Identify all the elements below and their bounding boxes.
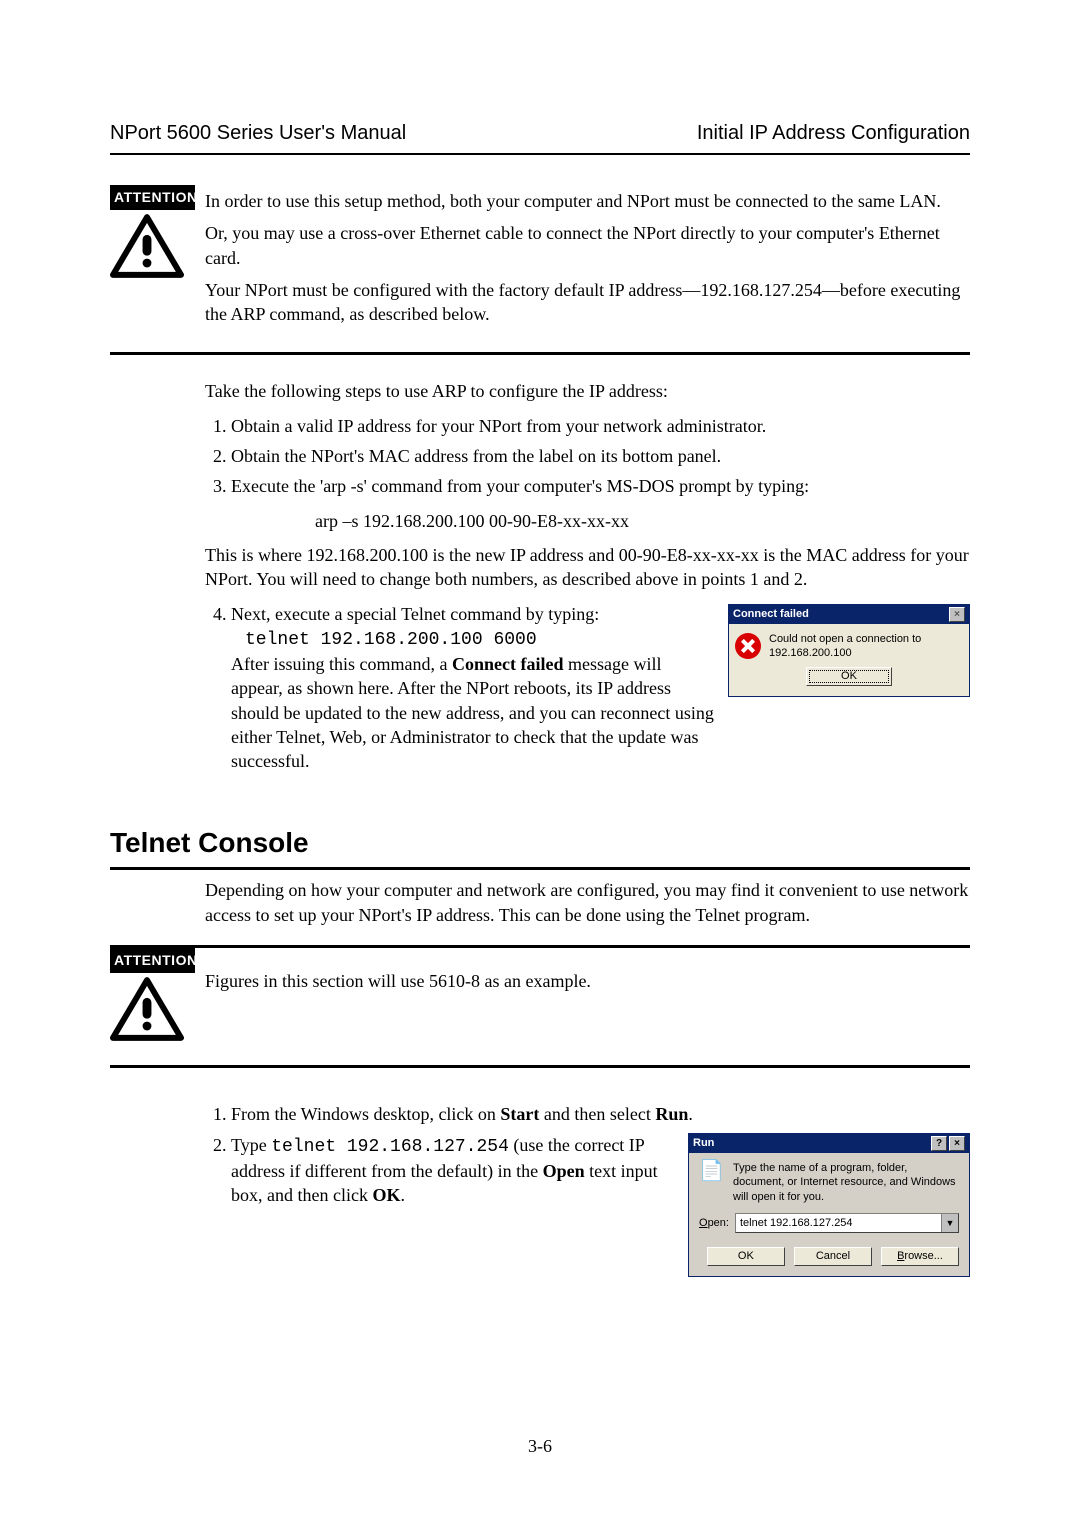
run-title: Run [693,1136,714,1151]
run-open-combo[interactable]: ▼ [735,1213,959,1233]
attention-icon-col: ATTENTION [110,185,195,284]
step4-lead: Next, execute a special Telnet command b… [231,604,599,624]
attention-icon-col-2: ATTENTION [110,948,195,1047]
attention-badge: ATTENTION [110,185,195,210]
t1start: Start [500,1104,539,1124]
attention-2-body: Figures in this section will use 5610-8 … [205,948,970,1018]
arp-intro: Take the following steps to use ARP to c… [205,379,970,403]
run-open-label: Open: [699,1216,735,1231]
connect-failed-dialog: Connect failed × Could not open a connec… [728,604,970,698]
step4-cmd: telnet 192.168.200.100 6000 [245,628,537,652]
attention-block-2: ATTENTION Figures in this section will u… [110,945,970,1068]
arp-step-3: Execute the 'arp -s' command from your c… [231,474,970,498]
att1-p2: Or, you may use a cross-over Ethernet ca… [205,221,970,270]
run-titlebar: Run ? × [689,1134,969,1153]
run-ok-button[interactable]: OK [707,1247,785,1266]
t2d: . [400,1185,405,1205]
connect-failed-titlebar: Connect failed × [729,605,969,624]
step4-after-a: After issuing this command, a [231,654,452,674]
run-dialog: Run ? × 📄 Type the name of a program, fo… [688,1133,970,1277]
attention-1-body: In order to use this setup method, both … [205,185,970,334]
connect-failed-ok-button[interactable]: OK [806,667,892,686]
arp-command: arp –s 192.168.200.100 00-90-E8-xx-xx-xx [315,509,970,533]
t1b: and then select [539,1104,655,1124]
page: NPort 5600 Series User's Manual Initial … [0,0,1080,1528]
arp-step4-text: Next, execute a special Telnet command b… [231,602,728,774]
telnet-step-2: Type telnet 192.168.127.254 (use the cor… [231,1133,970,1277]
telnet-steps-block: From the Windows desktop, click on Start… [205,1102,970,1277]
arp-steps-block: Take the following steps to use ARP to c… [205,379,970,773]
header-left: NPort 5600 Series User's Manual [110,120,406,147]
connect-failed-body: Could not open a connection to 192.168.2… [729,624,969,666]
arp-step-2: Obtain the NPort's MAC address from the … [231,444,970,468]
close-icon[interactable]: × [949,607,965,622]
arp-step4-list: Next, execute a special Telnet command b… [205,602,970,774]
connect-failed-title: Connect failed [733,607,809,622]
arp-step-1: Obtain a valid IP address for your NPort… [231,414,970,438]
run-desc: Type the name of a program, folder, docu… [733,1161,959,1206]
run-button-row: OK Cancel Browse... [689,1247,969,1276]
arp-steps-list: Obtain a valid IP address for your NPort… [205,414,970,499]
header-right: Initial IP Address Configuration [697,120,970,147]
t2a: Type [231,1135,271,1155]
att2-text: Figures in this section will use 5610-8 … [205,969,591,993]
attention-block-1: ATTENTION In order to use this setup met… [110,185,970,355]
page-header: NPort 5600 Series User's Manual Initial … [110,120,970,155]
telnet-intro: Depending on how your computer and netwo… [205,878,970,927]
run-browse-button[interactable]: Browse... [881,1247,959,1266]
step4-after-bold: Connect failed [452,654,564,674]
chevron-down-icon[interactable]: ▼ [941,1214,958,1232]
warning-triangle-icon [110,214,184,278]
arp-step-3-text: Execute the 'arp -s' command from your c… [231,476,809,496]
page-number: 3-6 [0,1434,1080,1458]
warning-triangle-icon [110,977,184,1041]
arp-explain: This is where 192.168.200.100 is the new… [205,543,970,592]
att1-p1: In order to use this setup method, both … [205,189,970,213]
connect-failed-buttons: OK [729,665,969,696]
att1-p3: Your NPort must be configured with the f… [205,278,970,327]
telnet-intro-block: Depending on how your computer and netwo… [205,878,970,927]
t1a: From the Windows desktop, click on [231,1104,500,1124]
run-app-icon: 📄 [699,1161,725,1181]
t2ok: OK [372,1185,400,1205]
error-icon [735,633,761,659]
t2code: telnet 192.168.127.254 [271,1137,509,1157]
telnet-steps-list: From the Windows desktop, click on Start… [205,1102,970,1277]
telnet-step-2-text: Type telnet 192.168.127.254 (use the cor… [231,1133,688,1208]
section-title-telnet: Telnet Console [110,824,970,871]
attention-badge-2: ATTENTION [110,948,195,973]
telnet-step-1: From the Windows desktop, click on Start… [231,1102,970,1126]
run-body: 📄 Type the name of a program, folder, do… [689,1153,969,1248]
t2open: Open [543,1161,585,1181]
run-open-input[interactable] [736,1214,941,1232]
arp-step-4: Next, execute a special Telnet command b… [231,602,970,774]
connect-failed-msg: Could not open a connection to 192.168.2… [769,632,963,662]
close-icon[interactable]: × [949,1136,965,1151]
help-icon[interactable]: ? [931,1136,947,1151]
t1run: Run [655,1104,688,1124]
run-cancel-button[interactable]: Cancel [794,1247,872,1266]
t1c: . [688,1104,693,1124]
